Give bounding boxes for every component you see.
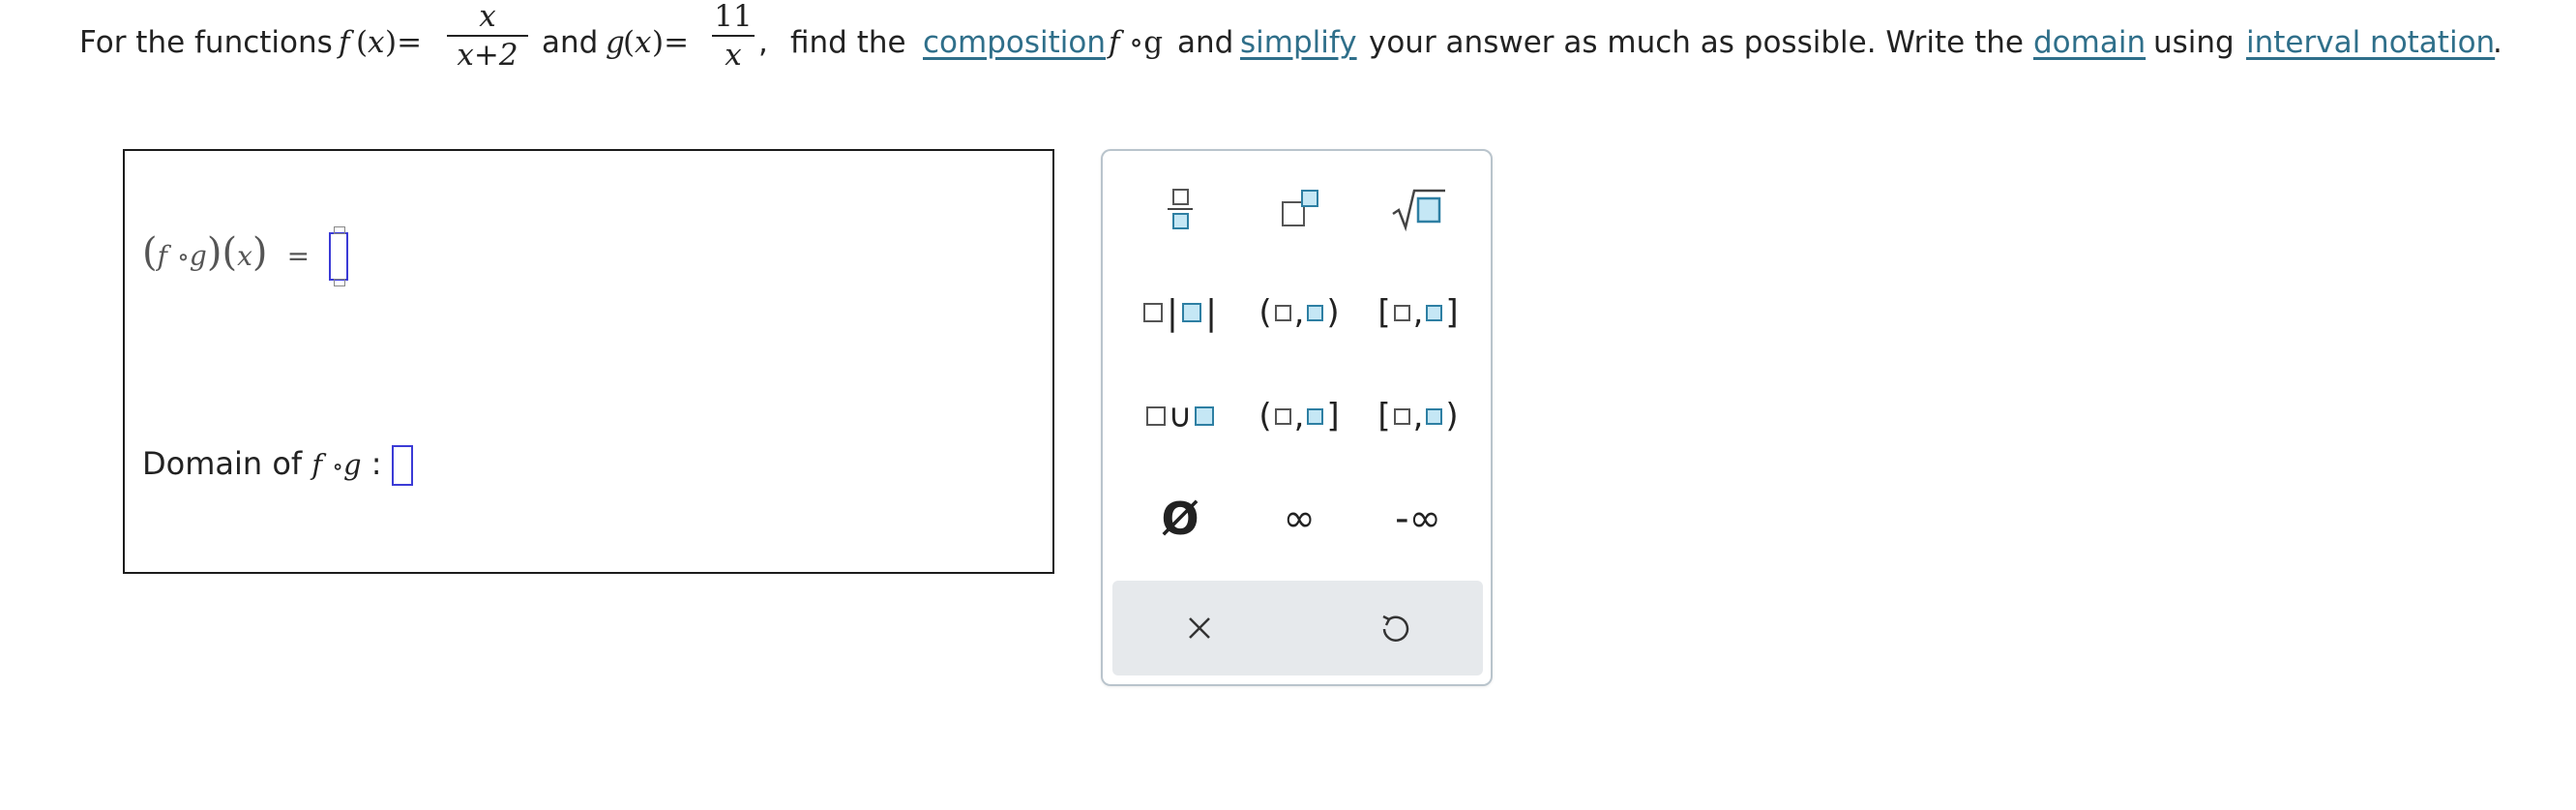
exponent-icon — [1278, 190, 1320, 228]
half-open-interval-icon: (,] — [1258, 397, 1340, 435]
closed-interval-button[interactable]: [,] — [1365, 276, 1471, 349]
composition-g: g — [189, 240, 207, 272]
g-paren-open: ( — [623, 25, 636, 60]
and-text: and — [542, 25, 599, 60]
g-name: g — [606, 25, 625, 60]
composition-link[interactable]: composition — [923, 25, 1106, 60]
domain-colon: : — [370, 445, 382, 482]
open-interval-button[interactable]: (,) — [1246, 276, 1352, 349]
interval-notation-link[interactable]: interval notation — [2246, 25, 2495, 60]
answer-box: (f ∘g)(x) = Domain of f ∘g : — [123, 149, 1054, 574]
half-closed-interval-icon: [,) — [1377, 397, 1459, 435]
f-argument: x — [368, 25, 385, 60]
close-icon — [1189, 617, 1210, 639]
f-paren-close: )= — [385, 25, 423, 60]
fraction-button[interactable] — [1127, 172, 1233, 246]
domain-f: f — [311, 448, 323, 481]
infinity-icon: ∞ — [1283, 496, 1316, 541]
domain-row: Domain of f ∘g : — [142, 445, 413, 486]
negative-infinity-icon: -∞ — [1395, 496, 1441, 541]
sqrt-icon — [1392, 189, 1445, 232]
keypad-action-bar — [1112, 581, 1483, 675]
undo-button[interactable] — [1337, 590, 1453, 666]
union-button[interactable]: ∪ — [1127, 379, 1233, 453]
g-numerator: 11 — [714, 0, 753, 34]
question-text: For the functions f ( x )= x x+2 and g (… — [79, 0, 2556, 97]
open-interval-icon: (,) — [1258, 293, 1340, 332]
f-name: f — [339, 25, 350, 60]
g-argument: x — [635, 25, 652, 60]
f-numerator: x — [479, 0, 496, 34]
fraction-icon — [1168, 189, 1193, 229]
composition-f: f — [157, 240, 167, 272]
g-denominator: x — [725, 38, 742, 73]
question-middle: your answer as much as possible. Write t… — [1369, 25, 2024, 60]
empty-set-button[interactable]: Ø — [1127, 482, 1233, 555]
square-root-button[interactable] — [1365, 172, 1471, 246]
f-paren-open: ( — [356, 25, 369, 60]
half-closed-interval-button[interactable]: [,) — [1365, 379, 1471, 453]
find-text: find the — [790, 25, 906, 60]
negative-infinity-button[interactable]: -∞ — [1365, 482, 1471, 555]
g-paren-close: )= — [652, 25, 690, 60]
f-fraction: x x+2 — [447, 0, 528, 72]
union-icon: ∪ — [1145, 397, 1215, 435]
period: . — [2493, 25, 2502, 60]
using-text: using — [2153, 25, 2235, 60]
question-prefix: For the functions — [79, 25, 333, 60]
composition-circ: ∘ — [177, 243, 190, 272]
math-keypad: | | (,) [,] ∪ (,] [,) Ø ∞ -∞ — [1101, 149, 1493, 686]
half-open-interval-button[interactable]: (,] — [1246, 379, 1352, 453]
domain-label: Domain of — [142, 445, 303, 482]
empty-set-icon: Ø — [1161, 493, 1199, 545]
composition-fraction-input[interactable] — [329, 226, 349, 286]
absolute-value-icon: | | — [1142, 293, 1217, 333]
closed-interval-icon: [,] — [1377, 293, 1459, 332]
superscript-button[interactable] — [1246, 172, 1352, 246]
equals-sign: = — [286, 240, 311, 272]
absolute-value-button[interactable]: | | — [1127, 276, 1233, 349]
undo-icon — [1382, 615, 1409, 642]
fog-g: ∘g — [1129, 25, 1164, 60]
f-denominator: x+2 — [457, 38, 518, 73]
infinity-button[interactable]: ∞ — [1246, 482, 1352, 555]
domain-link[interactable]: domain — [2033, 25, 2146, 60]
domain-input[interactable] — [391, 445, 413, 486]
fog-f: f — [1109, 25, 1120, 60]
and-text-2: and — [1177, 25, 1234, 60]
composition-x: x — [237, 240, 252, 272]
comma: , — [758, 25, 768, 60]
domain-g: g — [343, 448, 362, 481]
composition-row: (f ∘g)(x) = — [142, 226, 349, 286]
simplify-link[interactable]: simplify — [1240, 25, 1357, 60]
domain-circ: ∘ — [332, 453, 344, 480]
clear-button[interactable] — [1141, 590, 1258, 666]
g-fraction: 11 x — [712, 0, 755, 72]
